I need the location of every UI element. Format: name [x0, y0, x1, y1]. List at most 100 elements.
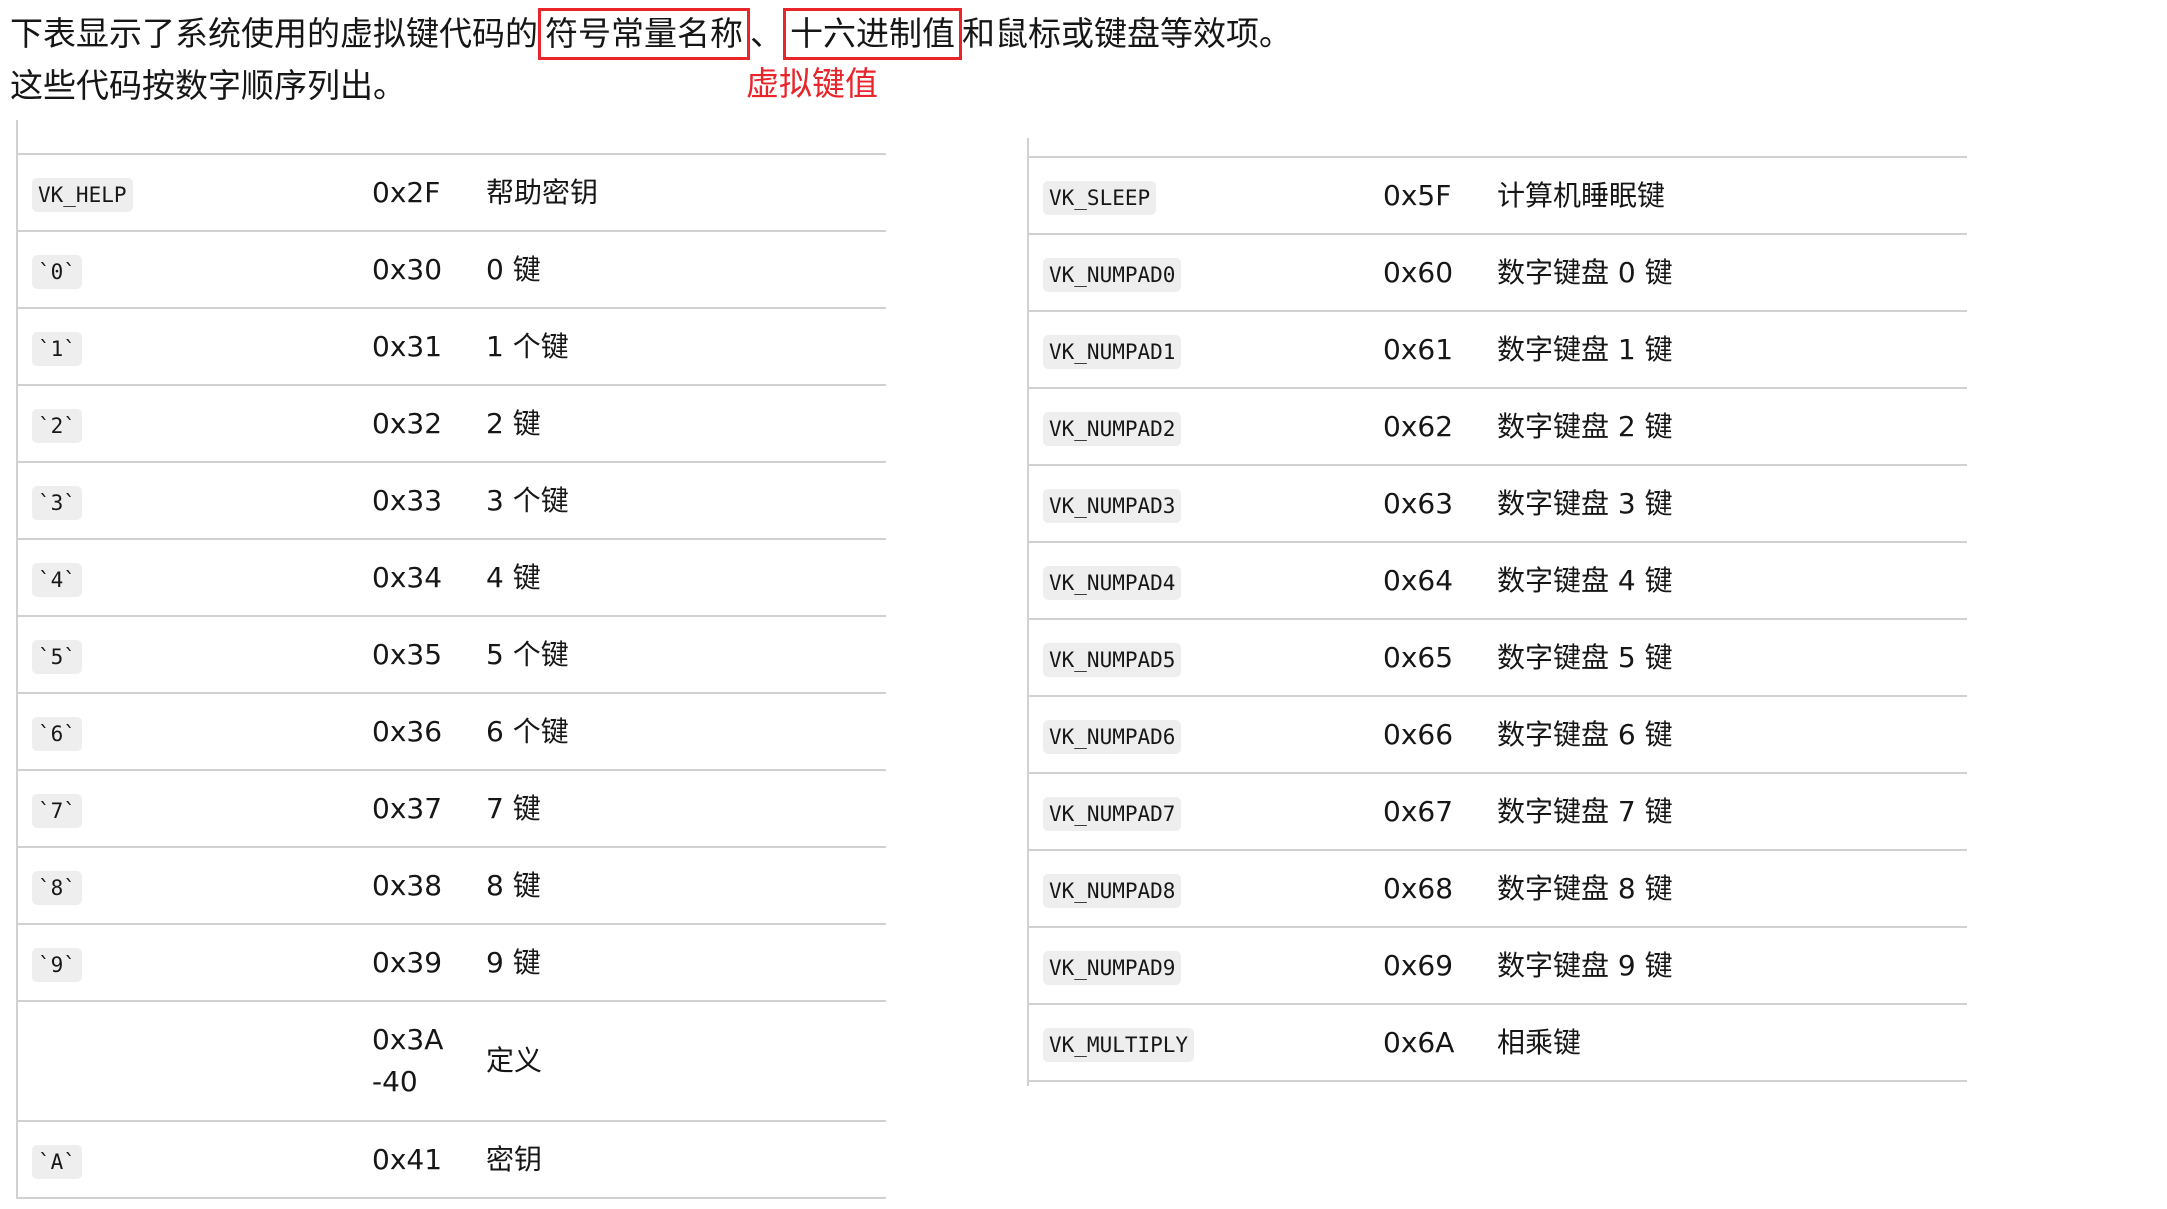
table-row: VK_HELP 0x2F 帮助密钥 — [17, 153, 886, 232]
table-row: VK_NUMPAD2 0x62 数字键盘 2 键 — [1028, 388, 1967, 466]
key-description: 4 键 — [472, 539, 886, 617]
key-description: 帮助密钥 — [472, 153, 886, 232]
hex-value: 0x32 — [372, 406, 443, 440]
hex-value-cell: 0x5F — [1369, 156, 1483, 235]
key-constant: VK_NUMPAD4 — [1043, 565, 1182, 600]
key-description: 9 键 — [472, 924, 886, 1002]
hex-value: 0x68 — [1383, 871, 1454, 905]
hex-value-cell: 0x2F — [358, 153, 472, 232]
key-description: 计算机睡眠键 — [1483, 156, 1967, 235]
table-row: VK_NUMPAD4 0x64 数字键盘 4 键 — [1028, 542, 1967, 620]
hex-value: 0x39 — [372, 945, 443, 979]
hex-value-cell: 0x65 — [1369, 619, 1483, 697]
hex-value-cell: 0x37 — [358, 770, 472, 848]
key-name-cell: VK_NUMPAD8 — [1028, 850, 1369, 928]
symbolic-name-highlight: 符号常量名称 — [538, 8, 750, 60]
table-row: `7` 0x37 7 键 — [17, 770, 886, 848]
key-constant: `5` — [32, 639, 82, 674]
hex-value: 0x5F — [1383, 178, 1452, 212]
hex-value: 0x33 — [372, 483, 443, 517]
key-constant: VK_NUMPAD9 — [1043, 950, 1182, 985]
table-row: `9` 0x39 9 键 — [17, 924, 886, 1002]
hex-value: 0x61 — [1383, 332, 1454, 366]
hex-value-cell: 0x33 — [358, 462, 472, 540]
key-constant: VK_SLEEP — [1043, 180, 1157, 215]
table-row: `5` 0x35 5 个键 — [17, 616, 886, 694]
hex-value: 0x3A-40 — [372, 1023, 444, 1098]
key-description: 定义 — [472, 1001, 886, 1122]
key-constant: `9` — [32, 947, 82, 982]
key-constant: VK_NUMPAD2 — [1043, 411, 1182, 446]
key-name-cell: `2` — [17, 385, 358, 463]
key-name-cell: VK_NUMPAD9 — [1028, 927, 1369, 1005]
virtual-key-value-annotation: 虚拟键值 — [746, 64, 878, 103]
hex-value-cell: 0x36 — [358, 693, 472, 771]
key-constant: `0` — [32, 254, 82, 289]
key-name-cell: `1` — [17, 308, 358, 386]
key-name-cell: VK_NUMPAD5 — [1028, 619, 1369, 697]
hex-value-cell: 0x32 — [358, 385, 472, 463]
key-constant: VK_NUMPAD7 — [1043, 796, 1182, 831]
key-constant: VK_MULTIPLY — [1043, 1027, 1195, 1062]
key-description: 5 个键 — [472, 616, 886, 694]
table-row: `3` 0x33 3 个键 — [17, 462, 886, 540]
table-row: `1` 0x31 1 个键 — [17, 308, 886, 386]
table-row: VK_NUMPAD0 0x60 数字键盘 0 键 — [1028, 234, 1967, 312]
key-name-cell: `0` — [17, 231, 358, 309]
table-row: VK_NUMPAD3 0x63 数字键盘 3 键 — [1028, 465, 1967, 543]
hex-value-cell: 0x62 — [1369, 388, 1483, 466]
table-row: VK_NUMPAD9 0x69 数字键盘 9 键 — [1028, 927, 1967, 1005]
table-row: VK_NUMPAD6 0x66 数字键盘 6 键 — [1028, 696, 1967, 774]
key-name-cell: VK_NUMPAD6 — [1028, 696, 1369, 774]
hex-value: 0x60 — [1383, 255, 1454, 289]
key-name-cell — [17, 1001, 358, 1122]
key-description: 数字键盘 8 键 — [1483, 850, 1967, 928]
table-row: VK_MULTIPLY 0x6A 相乘键 — [1028, 1004, 1967, 1082]
hex-value: 0x2F — [372, 175, 441, 209]
hex-value: 0x69 — [1383, 948, 1454, 982]
key-description: 相乘键 — [1483, 1004, 1967, 1082]
key-name-cell: `3` — [17, 462, 358, 540]
hex-value: 0x30 — [372, 252, 443, 286]
key-description: 数字键盘 0 键 — [1483, 234, 1967, 312]
key-description: 数字键盘 1 键 — [1483, 311, 1967, 389]
key-constant: `2` — [32, 408, 82, 443]
table-row: `0` 0x30 0 键 — [17, 231, 886, 309]
hex-value: 0x37 — [372, 791, 443, 825]
hex-value-cell: 0x30 — [358, 231, 472, 309]
hex-value: 0x62 — [1383, 409, 1454, 443]
key-name-cell: `9` — [17, 924, 358, 1002]
key-name-cell: VK_NUMPAD1 — [1028, 311, 1369, 389]
key-constant: `7` — [32, 793, 82, 828]
key-constant: VK_NUMPAD1 — [1043, 334, 1182, 369]
key-name-cell: `4` — [17, 539, 358, 617]
hex-value: 0x38 — [372, 868, 443, 902]
table-row: VK_NUMPAD8 0x68 数字键盘 8 键 — [1028, 850, 1967, 928]
table-row: `2` 0x32 2 键 — [17, 385, 886, 463]
table-row: 0x3A-40 定义 — [17, 1001, 886, 1122]
key-constant: VK_NUMPAD0 — [1043, 257, 1182, 292]
key-name-cell: VK_SLEEP — [1028, 156, 1369, 235]
hex-value: 0x31 — [372, 329, 443, 363]
table-row: `A` 0x41 密钥 — [17, 1121, 886, 1199]
key-description: 6 个键 — [472, 693, 886, 771]
hex-value-cell: 0x31 — [358, 308, 472, 386]
intro-separator: 、 — [750, 14, 783, 53]
hex-value: 0x63 — [1383, 486, 1454, 520]
key-constant: VK_NUMPAD8 — [1043, 873, 1182, 908]
key-constant: VK_NUMPAD3 — [1043, 488, 1182, 523]
key-constant: `A` — [32, 1144, 82, 1179]
key-description: 数字键盘 4 键 — [1483, 542, 1967, 620]
key-name-cell: VK_NUMPAD0 — [1028, 234, 1369, 312]
key-description: 1 个键 — [472, 308, 886, 386]
key-description: 2 键 — [472, 385, 886, 463]
hex-value-cell: 0x69 — [1369, 927, 1483, 1005]
key-constant: `1` — [32, 331, 82, 366]
key-description: 8 键 — [472, 847, 886, 925]
key-constant: VK_NUMPAD6 — [1043, 719, 1182, 754]
key-description: 数字键盘 6 键 — [1483, 696, 1967, 774]
right-key-table: VK_SLEEP 0x5F 计算机睡眠键 VK_NUMPAD0 0x60 数字键盘 0 键… — [1027, 156, 1967, 1082]
key-constant: `6` — [32, 716, 82, 751]
left-key-table: VK_HELP 0x2F 帮助密钥 `0` 0x30 0 键 `1` 0x31 1 个键 `2` 0… — [16, 153, 886, 1199]
hex-value: 0x66 — [1383, 717, 1454, 751]
